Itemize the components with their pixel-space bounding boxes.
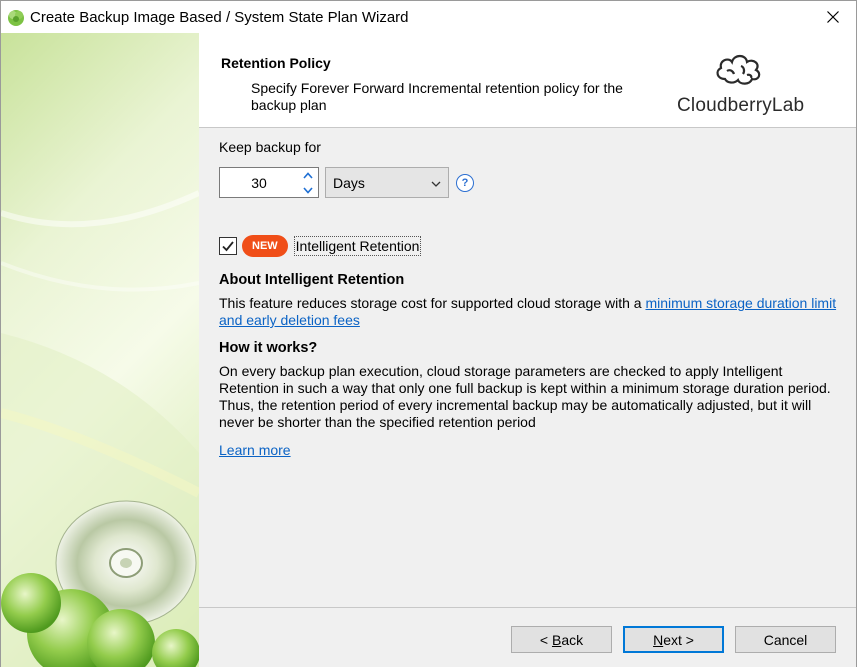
close-icon[interactable]: [810, 1, 856, 33]
retention-unit-select[interactable]: Days: [325, 167, 449, 198]
intelligent-retention-checkbox[interactable]: [219, 237, 237, 255]
intelligent-retention-row: NEW Intelligent Retention: [219, 233, 422, 259]
retention-content: Keep backup for 30 Days ? NEW Intelligen…: [199, 129, 856, 607]
wizard-footer: < Back Next > Cancel: [199, 607, 856, 667]
side-banner-image: [1, 33, 199, 667]
cloudberry-app-icon: [6, 7, 26, 27]
learn-more-link[interactable]: Learn more: [219, 442, 291, 458]
how-it-works-title: How it works?: [219, 340, 318, 356]
page-title: Retention Policy: [221, 55, 331, 71]
checkmark-icon: [222, 241, 234, 252]
wizard-window: Create Backup Image Based / System State…: [0, 0, 857, 667]
next-label-rest: ext >: [663, 631, 694, 648]
retention-value-stepper[interactable]: 30: [219, 167, 319, 198]
chevron-down-icon: [430, 177, 442, 189]
back-accesskey: B: [551, 631, 562, 648]
back-label-rest: ack: [561, 631, 584, 648]
page-description: Specify Forever Forward Incremental rete…: [251, 80, 623, 113]
retention-value[interactable]: 30: [220, 175, 298, 191]
back-prefix: <: [539, 631, 552, 648]
help-icon[interactable]: ?: [456, 174, 474, 192]
new-badge: NEW: [242, 235, 288, 257]
title-bar: Create Backup Image Based / System State…: [1, 1, 856, 33]
keep-backup-label: Keep backup for: [219, 139, 321, 155]
next-button[interactable]: Next >: [623, 626, 724, 653]
back-button[interactable]: < Back: [511, 626, 612, 653]
retention-unit-value: Days: [333, 175, 365, 191]
how-it-works-text: On every backup plan execution, cloud st…: [219, 363, 831, 430]
about-text: This feature reduces storage cost for su…: [219, 295, 839, 329]
logo-text: CloudberryLab: [677, 95, 805, 116]
spin-up-icon[interactable]: [298, 168, 318, 183]
about-title: About Intelligent Retention: [219, 272, 405, 288]
intelligent-retention-label[interactable]: Intelligent Retention: [293, 236, 422, 256]
next-accesskey: N: [653, 631, 664, 648]
about-description: This feature reduces storage cost for su…: [219, 295, 642, 311]
cloudberry-logo: CloudberryLab: [677, 49, 805, 119]
window-title: Create Backup Image Based / System State…: [30, 9, 409, 26]
cloud-logo-icon: [716, 54, 761, 85]
cancel-button[interactable]: Cancel: [735, 626, 836, 653]
spin-down-icon[interactable]: [298, 183, 318, 198]
wizard-header: Retention Policy Specify Forever Forward…: [199, 33, 856, 128]
